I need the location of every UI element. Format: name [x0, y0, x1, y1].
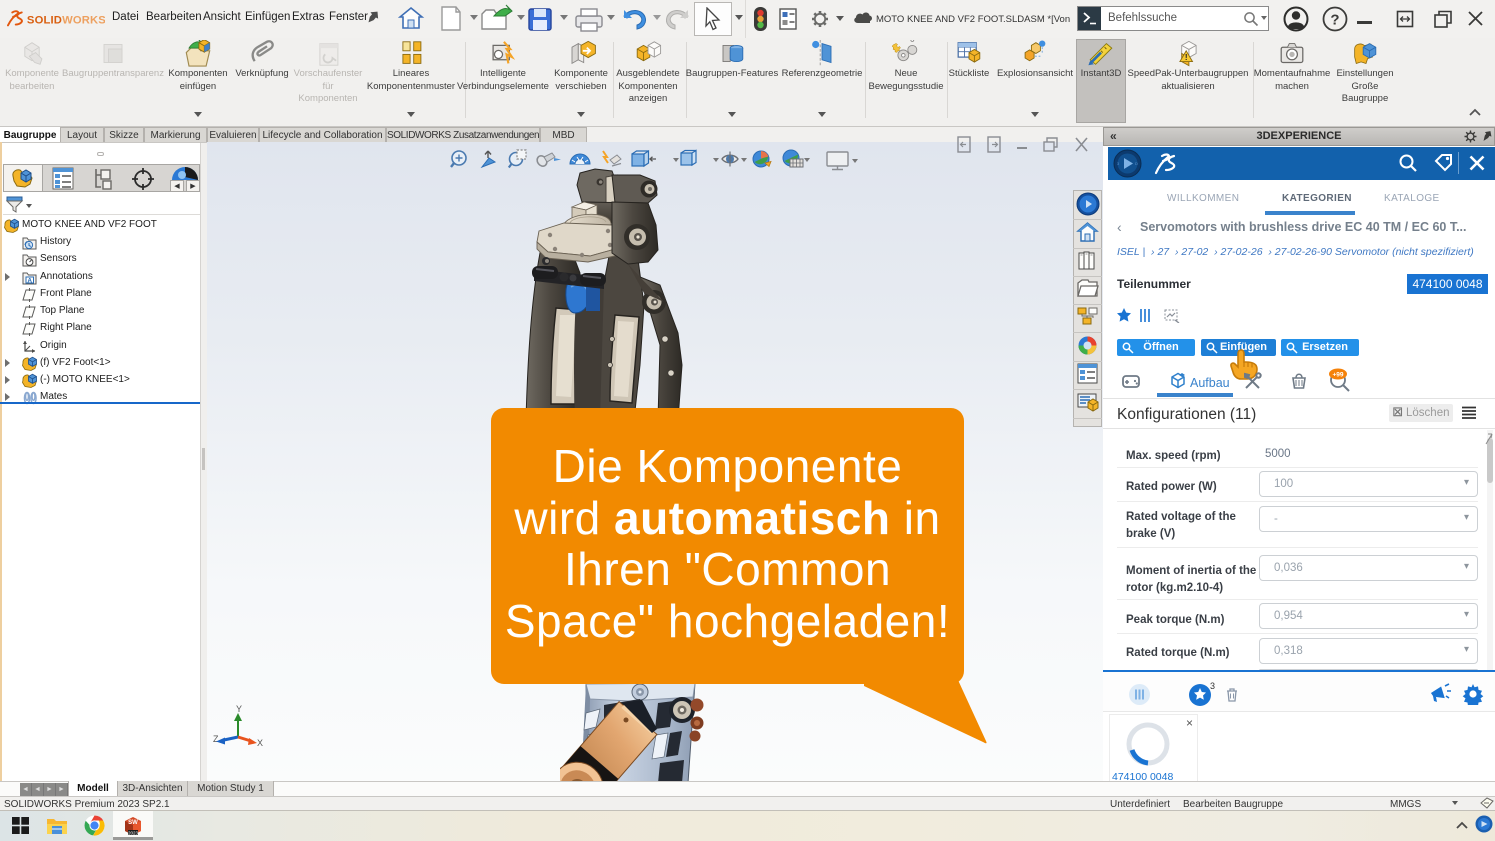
svg-text:X: X: [257, 738, 263, 748]
svg-text:SW: SW: [128, 820, 138, 826]
svg-text:+99: +99: [1332, 371, 1343, 378]
svg-text:2023: 2023: [128, 830, 139, 835]
svg-text:SOLIDWORKS: SOLIDWORKS: [27, 14, 105, 26]
svg-text:D: D: [1135, 161, 1138, 166]
svg-text:?: ?: [1330, 12, 1339, 29]
svg-text:A: A: [27, 278, 32, 285]
svg-text:Y: Y: [236, 704, 242, 714]
svg-text:!: !: [1185, 53, 1188, 62]
svg-text:Z: Z: [213, 734, 219, 744]
svg-text:3: 3: [1210, 681, 1215, 691]
